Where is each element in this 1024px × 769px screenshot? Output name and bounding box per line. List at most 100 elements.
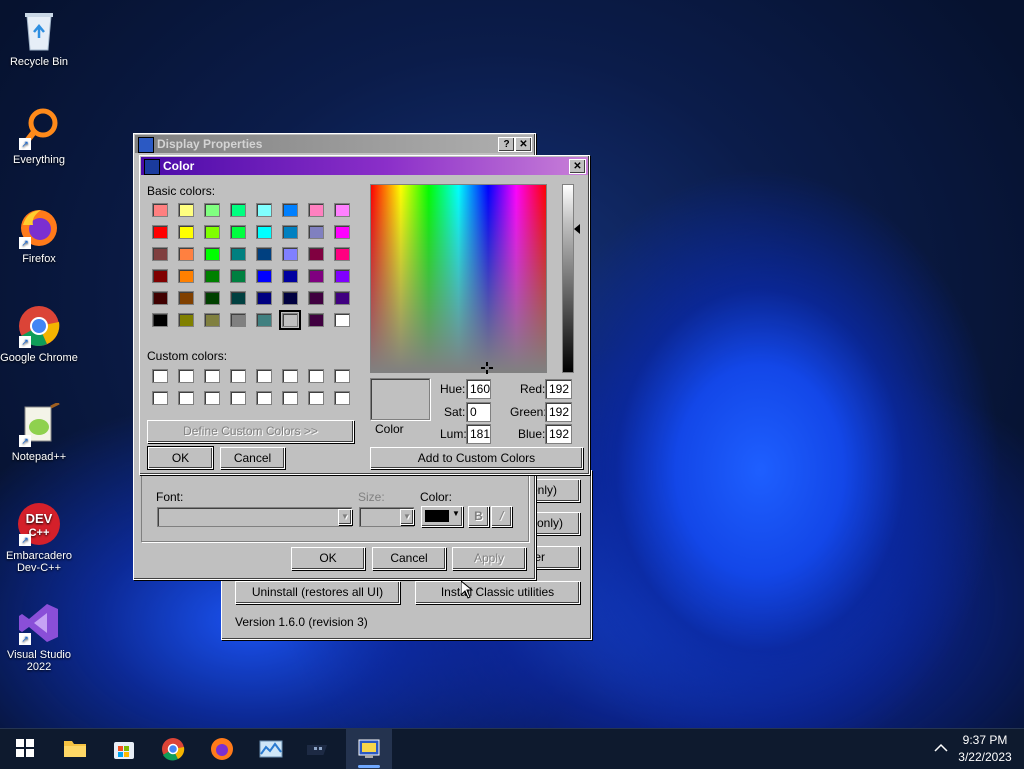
basic-color-swatch[interactable]: [308, 313, 324, 327]
apply-button[interactable]: Apply: [452, 547, 526, 570]
bold-button[interactable]: B: [468, 506, 489, 527]
basic-color-swatch[interactable]: [334, 247, 350, 261]
add-to-custom-colors-button[interactable]: Add to Custom Colors: [370, 447, 583, 469]
font-select[interactable]: [157, 507, 352, 527]
custom-color-swatch[interactable]: [230, 391, 246, 405]
basic-color-swatch[interactable]: [230, 269, 246, 283]
basic-color-swatch[interactable]: [334, 225, 350, 239]
color-spectrum[interactable]: [370, 184, 547, 373]
basic-color-swatch[interactable]: [282, 203, 298, 217]
chrome-icon[interactable]: [160, 737, 186, 761]
basic-color-swatch[interactable]: [282, 225, 298, 239]
basic-color-swatch[interactable]: [178, 291, 194, 305]
basic-color-swatch[interactable]: [279, 310, 301, 330]
basic-color-swatch[interactable]: [178, 225, 194, 239]
desktop-icon-visual-studio[interactable]: ↗ Visual Studio 2022: [0, 601, 78, 673]
desktop-icon-notepadpp[interactable]: ↗ Notepad++: [0, 401, 78, 463]
color-picker-button[interactable]: ▼: [421, 506, 463, 527]
custom-color-swatch[interactable]: [308, 369, 324, 383]
crosshair-icon[interactable]: [481, 362, 493, 374]
basic-color-swatch[interactable]: [334, 291, 350, 305]
basic-color-swatch[interactable]: [308, 269, 324, 283]
basic-color-swatch[interactable]: [230, 225, 246, 239]
desktop-icon-recycle-bin[interactable]: Recycle Bin: [0, 8, 78, 68]
color-dialog-titlebar[interactable]: Color ✕: [141, 157, 588, 175]
chevron-down-icon[interactable]: ▼: [400, 509, 414, 525]
sat-input[interactable]: 0: [466, 402, 491, 422]
basic-color-swatch[interactable]: [204, 291, 220, 305]
uninstall-button[interactable]: Uninstall (restores all UI): [235, 581, 400, 604]
red-input[interactable]: 192: [545, 379, 572, 399]
basic-color-swatch[interactable]: [178, 269, 194, 283]
basic-color-swatch[interactable]: [152, 291, 168, 305]
start-icon[interactable]: [14, 737, 40, 761]
basic-color-swatch[interactable]: [334, 269, 350, 283]
basic-color-swatch[interactable]: [230, 291, 246, 305]
custom-color-swatch[interactable]: [204, 369, 220, 383]
resource-monitor-icon[interactable]: [258, 737, 284, 761]
basic-color-swatch[interactable]: [282, 247, 298, 261]
chevron-up-icon[interactable]: [933, 741, 949, 755]
ok-button[interactable]: OK: [291, 547, 365, 570]
cancel-button[interactable]: Cancel: [220, 447, 285, 469]
close-button[interactable]: ✕: [515, 137, 532, 152]
custom-color-swatch[interactable]: [256, 369, 272, 383]
basic-color-swatch[interactable]: [152, 269, 168, 283]
close-button[interactable]: ✕: [569, 159, 586, 174]
lum-input[interactable]: 181: [466, 424, 491, 444]
basic-color-swatch[interactable]: [256, 291, 272, 305]
basic-color-swatch[interactable]: [204, 203, 220, 217]
basic-color-swatch[interactable]: [256, 269, 272, 283]
basic-color-swatch[interactable]: [230, 203, 246, 217]
basic-color-swatch[interactable]: [334, 203, 350, 217]
basic-color-swatch[interactable]: [308, 203, 324, 217]
basic-color-swatch[interactable]: [308, 291, 324, 305]
chevron-down-icon[interactable]: ▼: [338, 509, 352, 525]
custom-color-swatch[interactable]: [152, 391, 168, 405]
custom-color-swatch[interactable]: [230, 369, 246, 383]
help-button[interactable]: ?: [498, 137, 515, 152]
basic-color-swatch[interactable]: [152, 247, 168, 261]
display-properties-titlebar[interactable]: Display Properties ? ✕: [135, 135, 534, 153]
slider-arrow-icon[interactable]: [574, 224, 580, 234]
green-input[interactable]: 192: [545, 402, 572, 422]
firefox-icon[interactable]: [209, 737, 235, 761]
basic-color-swatch[interactable]: [282, 291, 298, 305]
file-explorer-icon[interactable]: [62, 737, 88, 761]
custom-color-swatch[interactable]: [334, 391, 350, 405]
custom-color-swatch[interactable]: [152, 369, 168, 383]
basic-color-swatch[interactable]: [152, 203, 168, 217]
custom-color-swatch[interactable]: [282, 391, 298, 405]
basic-color-swatch[interactable]: [308, 225, 324, 239]
basic-color-swatch[interactable]: [230, 313, 246, 327]
desktop-icon-everything[interactable]: ↗ Everything: [0, 106, 78, 166]
cancel-button[interactable]: Cancel: [372, 547, 446, 570]
basic-color-swatch[interactable]: [204, 247, 220, 261]
basic-color-swatch[interactable]: [282, 269, 298, 283]
store-icon[interactable]: [111, 737, 137, 761]
clock[interactable]: 9:37 PM 3/22/2023: [950, 732, 1020, 766]
basic-color-swatch[interactable]: [178, 313, 194, 327]
italic-button[interactable]: /: [491, 506, 512, 527]
display-properties-icon[interactable]: [356, 737, 382, 761]
basic-color-swatch[interactable]: [256, 313, 272, 327]
custom-color-swatch[interactable]: [204, 391, 220, 405]
basic-color-swatch[interactable]: [230, 247, 246, 261]
define-custom-colors-button[interactable]: Define Custom Colors >>: [147, 420, 354, 443]
custom-color-swatch[interactable]: [282, 369, 298, 383]
basic-color-swatch[interactable]: [308, 247, 324, 261]
custom-color-swatch[interactable]: [178, 369, 194, 383]
desktop-icon-devcpp[interactable]: DEV C++ ↗ Embarcadero Dev-C++: [0, 502, 78, 574]
basic-color-swatch[interactable]: [178, 247, 194, 261]
desktop-icon-firefox[interactable]: ↗ Firefox: [0, 205, 78, 265]
basic-color-swatch[interactable]: [178, 203, 194, 217]
basic-color-swatch[interactable]: [334, 313, 350, 327]
custom-color-swatch[interactable]: [334, 369, 350, 383]
custom-color-swatch[interactable]: [308, 391, 324, 405]
custom-color-swatch[interactable]: [178, 391, 194, 405]
basic-color-swatch[interactable]: [256, 247, 272, 261]
blue-input[interactable]: 192: [545, 424, 572, 444]
hue-input[interactable]: 160: [466, 379, 491, 399]
custom-color-swatch[interactable]: [256, 391, 272, 405]
install-classic-utilities-button[interactable]: Install Classic utilities: [415, 581, 580, 604]
